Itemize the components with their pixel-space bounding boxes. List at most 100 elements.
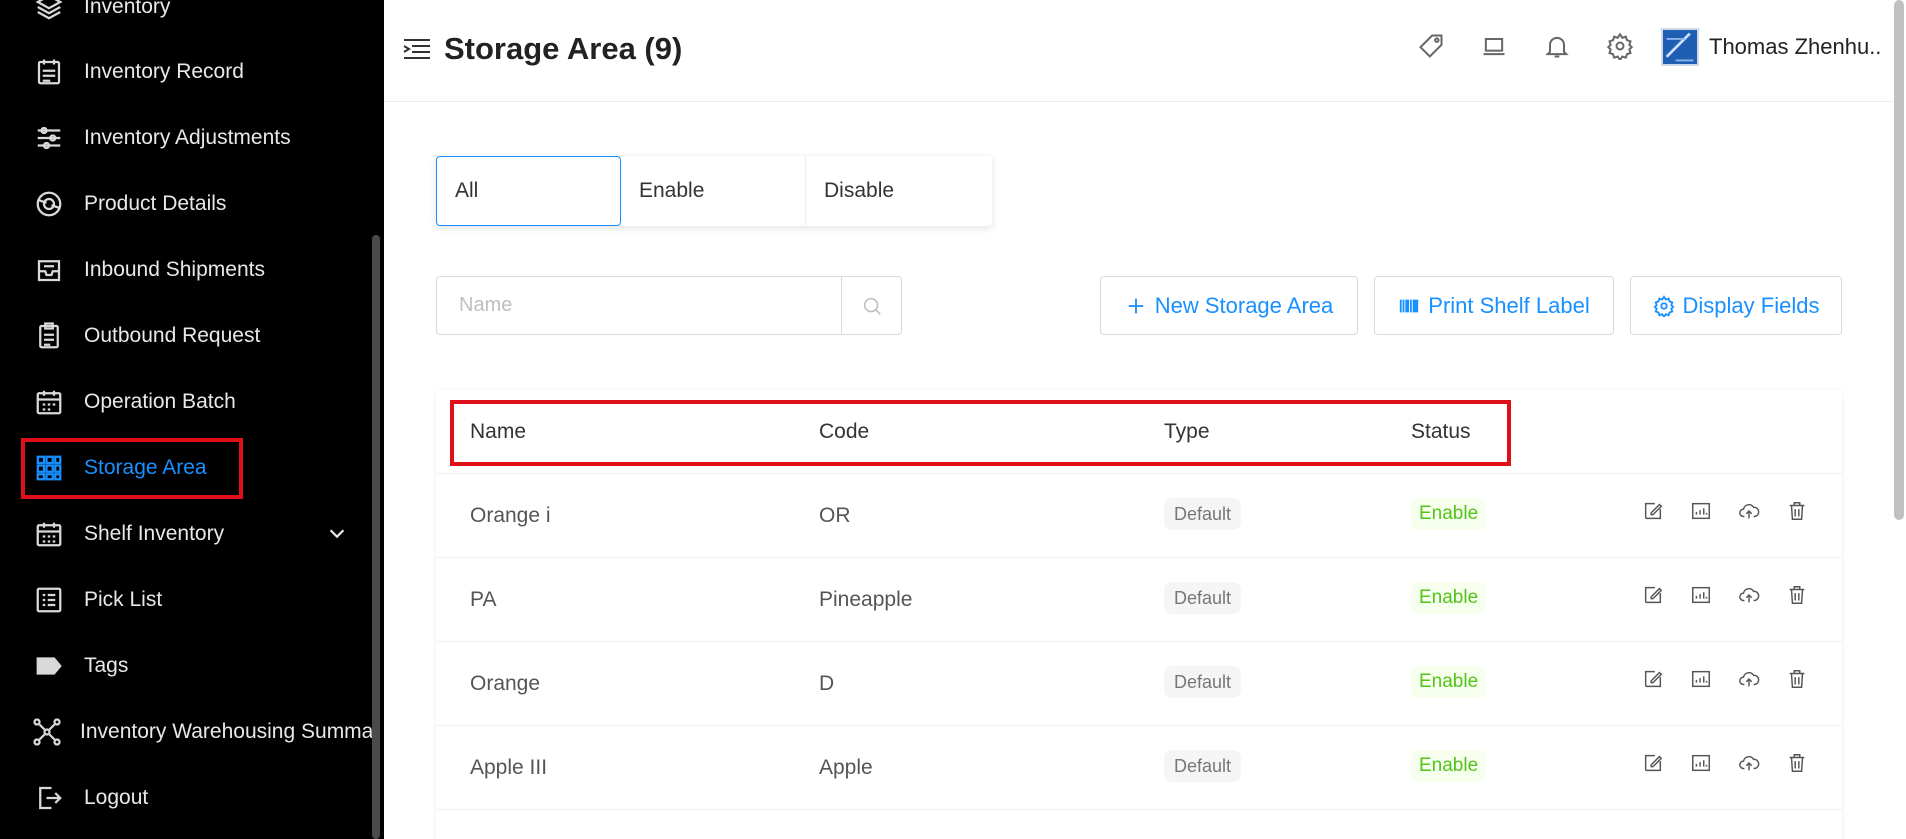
- laptop-icon[interactable]: [1480, 32, 1510, 62]
- sidebar-item-label: Tags: [84, 654, 129, 677]
- header: Storage Area (9) Thomas Zhenhu..: [384, 0, 1900, 102]
- sidebar-item-operation-batch[interactable]: Operation Batch: [0, 375, 372, 429]
- display-fields-label: Display Fields: [1682, 292, 1820, 318]
- record-icon: [32, 55, 66, 89]
- sidebar-item-pick-list[interactable]: Pick List: [0, 573, 372, 627]
- search-icon: [863, 297, 881, 315]
- search-input[interactable]: [437, 277, 841, 334]
- cell-name: Orange: [470, 672, 541, 695]
- sidebar-item-tags[interactable]: Tags: [0, 639, 372, 693]
- sidebar-item-logout[interactable]: Logout: [0, 771, 372, 825]
- new-storage-area-label: New Storage Area: [1154, 292, 1334, 318]
- list-icon: [32, 583, 66, 617]
- sidebar-item-label: Inventory Record: [84, 60, 244, 83]
- type-badge: Default: [1164, 498, 1242, 530]
- sidebar-item-outbound-request[interactable]: Outbound Request: [0, 309, 372, 363]
- search-box: [436, 276, 902, 335]
- sidebar-item-shelf-inventory[interactable]: Shelf Inventory: [0, 507, 372, 561]
- status-badge: Enable: [1411, 498, 1487, 530]
- cloud-upload-icon[interactable]: [1738, 668, 1762, 692]
- tag-icon[interactable]: [1417, 32, 1447, 62]
- cell-name: Orange i: [470, 504, 551, 527]
- sidebar-scrollbar[interactable]: [372, 235, 380, 839]
- sidebar-item-inventory[interactable]: Inventory: [0, 0, 372, 34]
- table-header: Name Code Type Status: [436, 390, 1842, 474]
- type-badge: Default: [1164, 582, 1242, 614]
- table-row[interactable]: Orange i OR Default Enable: [436, 474, 1842, 558]
- sidebar-item-label: Product Details: [84, 192, 227, 215]
- bell-icon[interactable]: [1543, 32, 1573, 62]
- cell-code: OR: [819, 504, 851, 527]
- chart-icon[interactable]: [1690, 668, 1714, 692]
- sidebar-item-label: Operation Batch: [84, 390, 236, 413]
- new-storage-area-button[interactable]: New Storage Area: [1100, 276, 1358, 335]
- highlight-box-storage-area: [21, 438, 243, 499]
- chart-icon[interactable]: [1690, 500, 1714, 524]
- edit-icon[interactable]: [1642, 584, 1666, 608]
- plus-icon: [1128, 298, 1144, 313]
- table-row[interactable]: Orange D Default Enable: [436, 642, 1842, 726]
- sidebar-item-inventory-warehousing-summary[interactable]: Inventory Warehousing Summar: [0, 705, 380, 759]
- avatar[interactable]: [1661, 28, 1699, 66]
- edit-icon[interactable]: [1642, 500, 1666, 524]
- display-fields-button[interactable]: Display Fields: [1630, 276, 1842, 335]
- sidebar-item-label: Logout: [84, 786, 149, 809]
- calendar-grid-icon: [32, 517, 66, 551]
- sidebar-item-inbound-shipments[interactable]: Inbound Shipments: [0, 243, 372, 297]
- sidebar-item-label: Inventory Warehousing Summar: [80, 720, 381, 743]
- cloud-upload-icon[interactable]: [1738, 584, 1762, 608]
- sliders-icon: [32, 121, 66, 155]
- cloud-upload-icon[interactable]: [1738, 752, 1762, 776]
- clipboard-icon: [32, 319, 66, 353]
- product-icon: [32, 187, 66, 221]
- cell-code: Apple: [819, 756, 873, 779]
- sidebar-item-label: Outbound Request: [84, 324, 261, 347]
- cell-code: D: [819, 672, 835, 695]
- logout-icon: [32, 781, 66, 815]
- trash-icon[interactable]: [1786, 584, 1810, 608]
- sidebar: Inventory Inventory Record Inventory Adj…: [0, 0, 384, 839]
- barcode-icon: [1400, 299, 1419, 312]
- status-tabs: All Enable Disable: [436, 156, 992, 226]
- sidebar-item-product-details[interactable]: Product Details: [0, 177, 372, 231]
- status-badge: Enable: [1411, 750, 1487, 782]
- tab-disable[interactable]: Disable: [806, 156, 991, 226]
- cell-name: Apple III: [470, 756, 548, 779]
- chart-icon[interactable]: [1690, 584, 1714, 608]
- table-row[interactable]: Apple III Apple Default Enable: [436, 726, 1842, 810]
- sidebar-item-inventory-adjustments[interactable]: Inventory Adjustments: [0, 111, 372, 165]
- menu-fold-icon[interactable]: [402, 37, 432, 61]
- user-name[interactable]: Thomas Zhenhu..: [1709, 34, 1881, 60]
- print-shelf-label-button[interactable]: Print Shelf Label: [1374, 276, 1614, 335]
- sidebar-item-label: Shelf Inventory: [84, 522, 225, 545]
- edit-icon[interactable]: [1642, 752, 1666, 776]
- type-badge: Default: [1164, 750, 1242, 782]
- gear-icon[interactable]: [1606, 32, 1636, 62]
- status-badge: Enable: [1411, 582, 1487, 614]
- status-badge: Enable: [1411, 666, 1487, 698]
- trash-icon[interactable]: [1786, 752, 1810, 776]
- page-title: Storage Area (9): [444, 31, 683, 66]
- chart-icon[interactable]: [1690, 752, 1714, 776]
- trash-icon[interactable]: [1786, 500, 1810, 524]
- table-row[interactable]: PA Pineapple Default Enable: [436, 558, 1842, 642]
- network-icon: [32, 715, 62, 749]
- tab-enable[interactable]: Enable: [621, 156, 806, 226]
- sidebar-item-inventory-record[interactable]: Inventory Record: [0, 45, 372, 99]
- cloud-upload-icon[interactable]: [1738, 500, 1762, 524]
- cell-code: Pineapple: [819, 588, 913, 611]
- chevron-down-icon[interactable]: [326, 522, 350, 546]
- trash-icon[interactable]: [1786, 668, 1810, 692]
- tag-icon: [32, 649, 66, 683]
- cell-name: PA: [470, 588, 497, 611]
- type-badge: Default: [1164, 666, 1242, 698]
- search-button[interactable]: [841, 277, 901, 334]
- gear-icon: [1653, 294, 1674, 317]
- layers-icon: [32, 0, 66, 24]
- highlight-box-table-header: [450, 400, 1511, 466]
- page-scrollbar[interactable]: [1894, 0, 1904, 520]
- calendar-icon: [32, 385, 66, 419]
- edit-icon[interactable]: [1642, 668, 1666, 692]
- tab-all[interactable]: All: [436, 156, 621, 226]
- storage-area-table: Name Code Type Status Orange i OR Defaul…: [436, 390, 1842, 839]
